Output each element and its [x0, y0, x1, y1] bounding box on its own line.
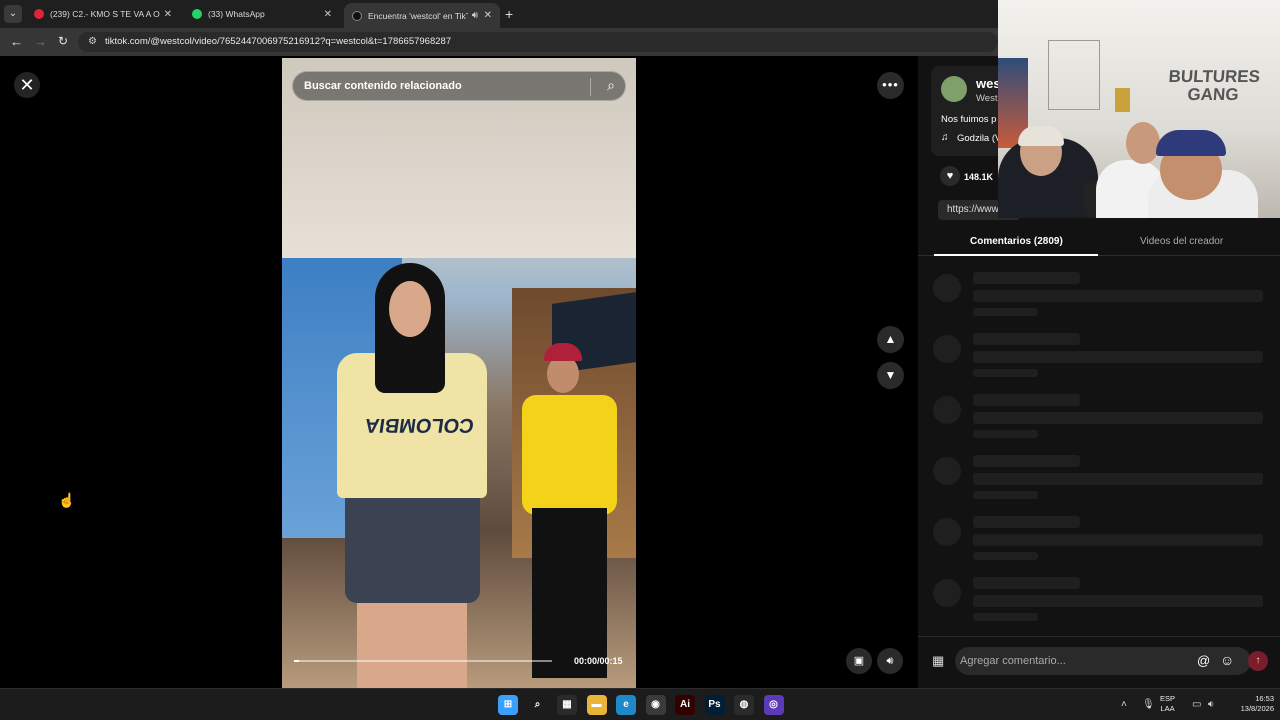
video-timecode: 00:00/00:15	[574, 656, 623, 666]
emoji-icon[interactable]: ☺	[1220, 652, 1234, 668]
wall-sign: BULTURES GANG	[1167, 67, 1261, 104]
comment-bar: ▦ Agregar comentario... @ ☺ ↑	[918, 636, 1280, 688]
video-person-back	[522, 343, 617, 688]
file-explorer-icon[interactable]: ▬	[586, 695, 607, 715]
active-tab-underline	[934, 254, 1098, 256]
like-count: 148.1K	[964, 172, 994, 182]
system-clock[interactable]: 16:53 13/8/2026	[1226, 694, 1274, 714]
streamer-cap	[1018, 126, 1064, 146]
close-icon[interactable]: ✕	[324, 9, 332, 20]
store-icon[interactable]: ▦	[557, 695, 577, 715]
chevron-down-icon[interactable]: ⌄	[4, 5, 22, 23]
video-progress-fill	[294, 660, 300, 662]
address-bar[interactable]: ⚙ tiktok.com/@westcol/video/765244700697…	[78, 32, 998, 52]
video-progress-bar[interactable]	[294, 660, 552, 662]
comment-skeleton	[918, 394, 1280, 444]
tab-label: Encuentra 'westcol' en TikTok	[368, 10, 468, 21]
streamer-cap	[1156, 130, 1226, 156]
comment-skeleton	[918, 272, 1280, 322]
video-player[interactable]: COLOMBIA Buscar contenido relacionado ⌕ …	[282, 58, 636, 688]
comment-skeleton	[918, 333, 1280, 383]
related-search-input[interactable]: Buscar contenido relacionado ⌕	[292, 71, 626, 101]
forward-icon[interactable]: →	[34, 34, 47, 49]
volume-icon[interactable]: 🔊︎	[877, 648, 903, 674]
chrome-icon[interactable]: ◉	[645, 695, 666, 715]
tab-label: (239) C2.- KMO S TE VA A OLVID	[50, 9, 160, 19]
shirt-text: COLOMBIA	[363, 414, 476, 436]
comment-input[interactable]: Agregar comentario... @ ☺	[955, 647, 1251, 675]
language-indicator[interactable]: ESP LAA	[1160, 694, 1175, 714]
browser-tab-youtube[interactable]: (239) C2.- KMO S TE VA A OLVID ✕	[26, 3, 180, 25]
microphone-icon[interactable]: 🎙︎	[1142, 699, 1155, 710]
heart-icon[interactable]: ♥	[940, 166, 960, 186]
more-options-button[interactable]: •••	[877, 72, 904, 99]
music-note-icon: ♫	[941, 132, 949, 143]
app-icon[interactable]: ◍	[734, 695, 754, 715]
windows-taskbar: ⊞ ⌕ ▦ ▬ e ◉ Ai Ps ◍ ◎ ˄ 🎙︎ ESP LAA ▭ 🔉︎ 16:53 13/…	[0, 688, 1280, 720]
photoshop-icon[interactable]: Ps	[704, 695, 725, 715]
windows-start-icon[interactable]: ⊞	[498, 695, 518, 715]
browser-tab-whatsapp[interactable]: (33) WhatsApp ✕	[184, 3, 340, 25]
mention-icon[interactable]: @	[1197, 653, 1210, 668]
network-icon[interactable]: ▭	[1192, 699, 1201, 710]
picture-in-picture-icon[interactable]: ▣	[846, 648, 872, 674]
wall-poster	[1115, 88, 1130, 112]
tab-comments[interactable]: Comentarios (2809)	[970, 236, 1063, 247]
assistant-icon[interactable]: ◎	[763, 695, 784, 715]
send-comment-button[interactable]: ↑	[1248, 651, 1268, 671]
next-video-button[interactable]: ▼	[877, 362, 904, 389]
search-icon[interactable]: ⌕	[527, 695, 548, 715]
wall-frame	[1048, 40, 1100, 110]
tiktok-icon	[352, 10, 362, 21]
music-title[interactable]: Godzila (V	[957, 133, 1001, 144]
previous-video-button[interactable]: ▲	[877, 326, 904, 353]
browser-tab-tiktok[interactable]: Encuentra 'westcol' en TikTok 🔊︎ ✕	[344, 3, 500, 28]
volume-icon[interactable]: 🔉︎	[1208, 699, 1214, 710]
site-settings-icon[interactable]: ⚙	[88, 36, 97, 47]
panel-tabs: Comentarios (2809) Videos del creador	[918, 228, 1280, 256]
tab-label: (33) WhatsApp	[208, 9, 265, 19]
search-icon[interactable]: ⌕	[607, 77, 615, 94]
video-description: Nos fuimos p	[941, 114, 997, 125]
comment-skeleton	[918, 455, 1280, 505]
hand-cursor-icon: ☝	[58, 492, 76, 508]
comment-skeleton	[918, 577, 1280, 627]
search-divider	[590, 78, 591, 96]
avatar[interactable]	[941, 76, 967, 102]
back-icon[interactable]: ←	[10, 34, 23, 49]
edge-icon[interactable]: e	[616, 695, 636, 715]
close-icon[interactable]: ✕	[164, 9, 172, 20]
search-placeholder: Buscar contenido relacionado	[304, 80, 462, 92]
new-tab-button[interactable]: +	[505, 6, 513, 22]
youtube-icon	[34, 9, 44, 19]
illustrator-icon[interactable]: Ai	[675, 695, 695, 715]
reload-icon[interactable]: ↻	[58, 34, 68, 48]
comment-skeleton	[918, 516, 1280, 566]
webcam-overlay: BULTURES GANG	[998, 0, 1280, 218]
link-text[interactable]: https://www	[947, 204, 999, 215]
video-person-main: COLOMBIA	[337, 263, 487, 688]
comment-placeholder: Agregar comentario...	[960, 655, 1066, 667]
url-text[interactable]: tiktok.com/@westcol/video/76524470069752…	[105, 36, 451, 47]
gift-grid-icon[interactable]: ▦	[932, 653, 944, 669]
close-viewer-button[interactable]: ✕	[14, 72, 40, 98]
streamer-face	[1126, 122, 1160, 164]
wall-sign-line1: BULTURES	[1168, 67, 1261, 86]
close-icon[interactable]: ✕	[484, 10, 492, 21]
speaker-icon[interactable]: 🔊︎	[472, 10, 478, 21]
clock-date: 13/8/2026	[1240, 704, 1274, 713]
chevron-up-icon[interactable]: ˄	[1121, 699, 1127, 710]
tab-creator-videos[interactable]: Videos del creador	[1140, 236, 1223, 247]
language-code: ESP	[1160, 694, 1176, 703]
wall-sign-line2: GANG	[1186, 85, 1240, 104]
keyboard-layout: LAA	[1160, 704, 1175, 713]
clock-time: 16:53	[1255, 694, 1274, 703]
whatsapp-icon	[192, 9, 202, 19]
creator-nickname: West	[976, 93, 998, 104]
